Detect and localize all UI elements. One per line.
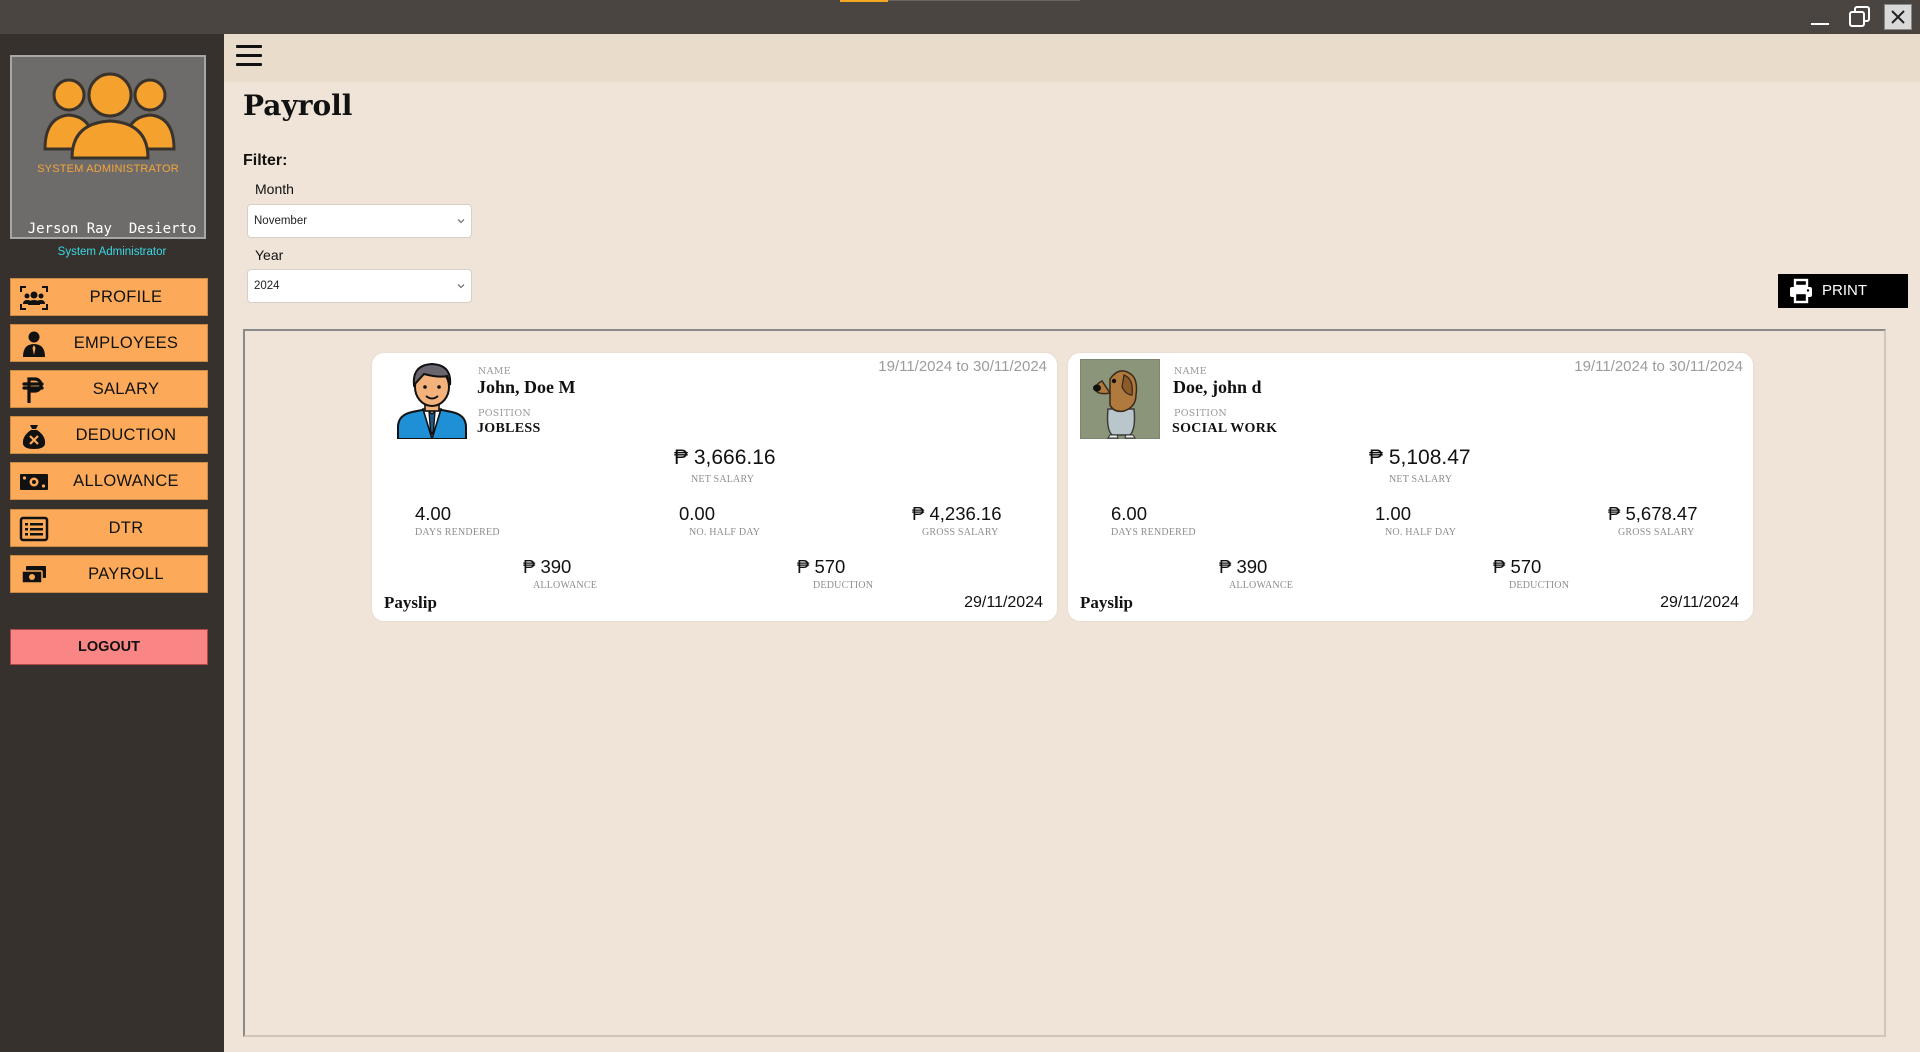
print-button[interactable]: PRINT (1778, 274, 1908, 308)
net-salary-value: ₱ 3,666.16 (674, 446, 776, 469)
nav-salary-button[interactable]: SALARY (10, 370, 208, 408)
payslip-card[interactable]: NAME John, Doe M POSITION JOBLESS 19/11/… (372, 353, 1057, 621)
close-icon (1891, 10, 1905, 24)
month-select-value: November (254, 215, 308, 227)
month-label: Month (255, 181, 294, 197)
pay-period: 19/11/2024 to 30/11/2024 (1574, 358, 1743, 375)
payslip-label: Payslip (384, 593, 437, 612)
page-title: Payroll (243, 89, 353, 122)
nav-dtr-label: DTR (108, 519, 144, 537)
nav-payroll-label: PAYROLL (88, 565, 164, 583)
user-group-icon (43, 72, 176, 160)
net-salary-caption: NET SALARY (691, 474, 755, 485)
nav-profile-label: PROFILE (89, 288, 163, 306)
gross-salary-value: ₱ 4,236.16 (912, 503, 1002, 524)
top-bar (224, 34, 1920, 82)
user-name: Jerson Ray Desierto (27, 221, 197, 237)
menu-icon[interactable] (236, 45, 262, 69)
dog-avatar-icon (1080, 359, 1160, 439)
employee-position: JOBLESS (477, 421, 541, 436)
printer-icon (1790, 278, 1812, 304)
payslip-label: Payslip (1080, 593, 1133, 612)
year-select[interactable]: 2024 (247, 269, 472, 303)
allowance-caption: ALLOWANCE (1229, 580, 1294, 591)
deduction-value: ₱ 570 (1493, 556, 1542, 577)
half-day-caption: NO. HALF DAY (1385, 527, 1457, 538)
name-caption: NAME (1174, 366, 1208, 377)
days-rendered-caption: DAYS RENDERED (1111, 527, 1196, 538)
employee-name: John, Doe M (477, 377, 576, 397)
allowance-value: ₱ 390 (523, 556, 572, 577)
deduction-caption: DEDUCTION (813, 580, 874, 591)
admin-avatar: SYSTEM ADMINISTRATOR (10, 55, 206, 239)
nav-payroll-button[interactable]: PAYROLL (10, 555, 208, 593)
nav-allowance-label: ALLOWANCE (73, 472, 179, 490)
minimize-button[interactable] (1806, 4, 1834, 30)
employee-position: SOCIAL WORK (1172, 421, 1278, 436)
nav-employees-label: EMPLOYEES (73, 334, 179, 352)
year-label: Year (255, 247, 284, 263)
nav-deduction-label: DEDUCTION (75, 426, 177, 444)
title-bar-divider (888, 0, 1080, 1)
deduction-value: ₱ 570 (797, 556, 846, 577)
half-day-value: 1.00 (1375, 503, 1412, 524)
print-label: PRINT (1822, 282, 1867, 299)
position-caption: POSITION (478, 408, 532, 419)
man-avatar-icon (397, 362, 467, 439)
employee-name: Doe, john d (1173, 377, 1262, 397)
net-salary-value: ₱ 5,108.47 (1369, 446, 1471, 469)
user-role: System Administrator (57, 246, 167, 258)
chevron-down-icon (457, 284, 465, 289)
nav-allowance-button[interactable]: ALLOWANCE (10, 462, 208, 500)
days-rendered-value: 6.00 (1111, 503, 1148, 524)
allowance-caption: ALLOWANCE (533, 580, 598, 591)
payslip-date: 29/11/2024 (964, 594, 1043, 611)
half-day-caption: NO. HALF DAY (689, 527, 761, 538)
nav-profile-button[interactable]: PROFILE (10, 278, 208, 316)
title-bar-accent (840, 0, 888, 2)
payslip-card[interactable]: NAME Doe, john d POSITION SOCIAL WORK 19… (1068, 353, 1753, 621)
chevron-down-icon (457, 219, 465, 224)
nav-dtr-button[interactable]: DTR (10, 509, 208, 547)
year-select-value: 2024 (254, 280, 280, 292)
deduction-caption: DEDUCTION (1509, 580, 1570, 591)
restore-icon (1849, 6, 1870, 27)
payslip-date: 29/11/2024 (1660, 594, 1739, 611)
position-caption: POSITION (1174, 408, 1228, 419)
days-rendered-caption: DAYS RENDERED (415, 527, 500, 538)
name-caption: NAME (478, 366, 512, 377)
days-rendered-value: 4.00 (415, 503, 452, 524)
gross-salary-caption: GROSS SALARY (1618, 527, 1695, 538)
restore-button[interactable] (1846, 4, 1874, 30)
avatar-caption: SYSTEM ADMINISTRATOR (37, 163, 179, 175)
nav-deduction-button[interactable]: DEDUCTION (10, 416, 208, 454)
half-day-value: 0.00 (679, 503, 716, 524)
logout-button[interactable]: LOGOUT (10, 629, 208, 665)
nav-employees-button[interactable]: EMPLOYEES (10, 324, 208, 362)
net-salary-caption: NET SALARY (1389, 474, 1453, 485)
pay-period: 19/11/2024 to 30/11/2024 (878, 358, 1047, 375)
allowance-value: ₱ 390 (1219, 556, 1268, 577)
nav-salary-label: SALARY (92, 380, 160, 398)
close-button[interactable] (1884, 4, 1912, 30)
minimize-icon (1811, 23, 1829, 25)
gross-salary-caption: GROSS SALARY (922, 527, 999, 538)
month-select[interactable]: November (247, 204, 472, 238)
window-title-bar (0, 0, 1920, 34)
sidebar: SYSTEM ADMINISTRATOR Jerson Ray Desierto… (0, 34, 224, 1052)
filter-label: Filter: (243, 152, 288, 169)
gross-salary-value: ₱ 5,678.47 (1608, 503, 1698, 524)
